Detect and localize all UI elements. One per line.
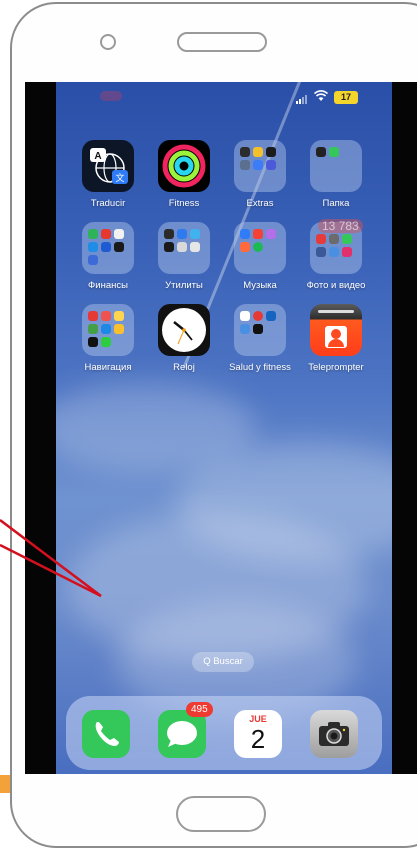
annotation-arrow	[0, 519, 102, 598]
screenshot: 17 A 文 Traducir Fitness Extras Папка Фин…	[0, 0, 417, 850]
